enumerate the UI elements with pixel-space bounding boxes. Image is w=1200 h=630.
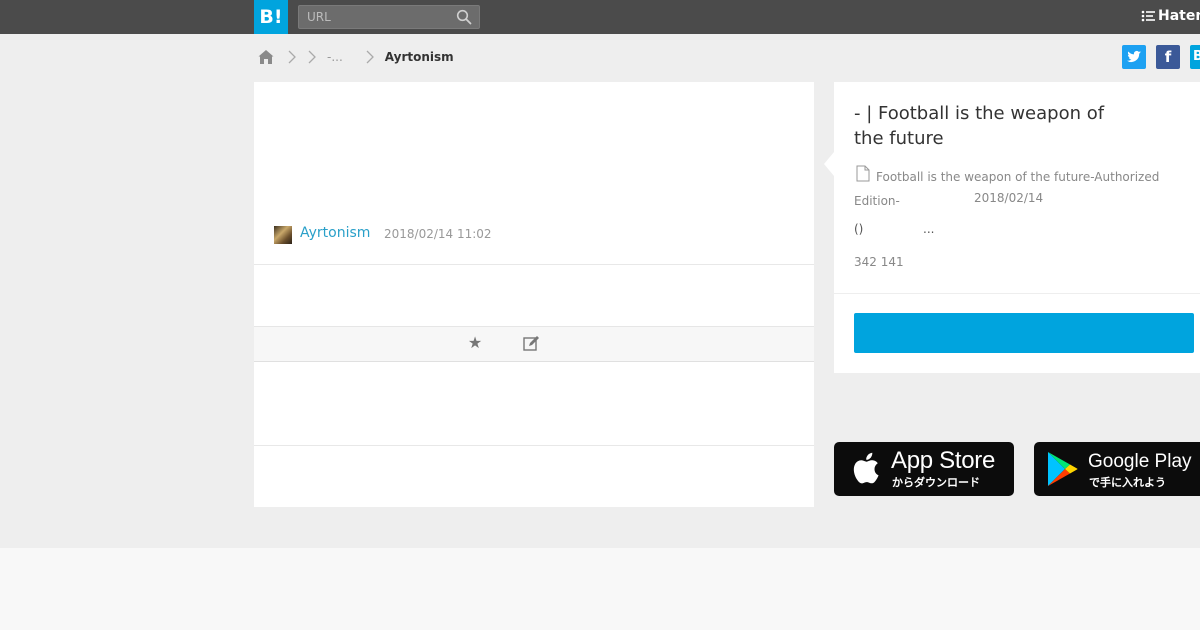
app-store-badge[interactable]: App Store からダウンロード <box>834 442 1014 496</box>
entry-title-link[interactable]: - | Football is the weapon of the future <box>854 101 1124 151</box>
add-star-button[interactable]: ★ <box>465 334 485 354</box>
app-store-subtitle: からダウンロード <box>892 476 980 489</box>
avatar[interactable] <box>274 226 292 244</box>
google-play-icon <box>1048 452 1078 486</box>
search-icon[interactable] <box>456 9 472 25</box>
entry-panel: - | Football is the weapon of the future… <box>824 82 1200 373</box>
star-icon: ★ <box>467 335 483 352</box>
chevron-right-icon <box>308 50 316 64</box>
comment-timestamp[interactable]: 2018/02/14 11:02 <box>384 227 492 241</box>
breadcrumb-item-current: Ayrtonism <box>384 50 454 64</box>
entry-date: 2018/02/14 <box>974 191 1044 205</box>
hatena-share-button[interactable]: B! <box>1190 45 1200 69</box>
edit-icon <box>523 336 539 351</box>
bookmark-action-button[interactable] <box>854 313 1194 353</box>
divider <box>254 445 814 446</box>
entry-meta-paren: () <box>854 222 864 236</box>
brand-label: Hatena <box>1158 8 1200 24</box>
search-box <box>298 5 480 29</box>
chevron-right-icon <box>366 50 374 64</box>
app-store-title: App Store <box>891 447 996 474</box>
apple-icon <box>853 452 879 484</box>
twitter-share-button[interactable] <box>1122 45 1146 69</box>
entry-bookmark-counts[interactable]: 342 141 <box>854 255 904 269</box>
google-play-title: Google Play <box>1088 451 1192 472</box>
hatena-brand-link[interactable]: Hatena <box>1140 8 1200 24</box>
username-link[interactable]: Ayrtonism <box>300 225 370 241</box>
edit-button[interactable] <box>521 334 541 354</box>
breadcrumb-item-category[interactable]: -... <box>327 50 343 64</box>
chevron-right-icon <box>288 50 296 64</box>
divider <box>834 293 1200 294</box>
panel-pointer <box>824 152 834 176</box>
facebook-share-button[interactable]: f <box>1156 45 1180 69</box>
top-bar: B! Hatena <box>0 0 1200 34</box>
hatena-mark-icon <box>1141 10 1155 22</box>
divider <box>254 264 814 265</box>
twitter-icon <box>1127 50 1141 62</box>
google-play-subtitle: で手に入れよう <box>1089 476 1166 489</box>
search-input[interactable] <box>299 6 449 28</box>
google-play-badge[interactable]: Google Play で手に入れよう <box>1034 442 1200 496</box>
comment-toolbar: ★ <box>254 326 814 362</box>
hatena-bookmark-logo[interactable]: B! <box>254 0 288 34</box>
breadcrumb: -... Ayrtonism <box>257 47 454 67</box>
comment-panel: Ayrtonism 2018/02/14 11:02 ★ <box>254 82 814 507</box>
entry-meta-more[interactable]: ... <box>923 222 934 236</box>
home-icon[interactable] <box>257 48 275 66</box>
